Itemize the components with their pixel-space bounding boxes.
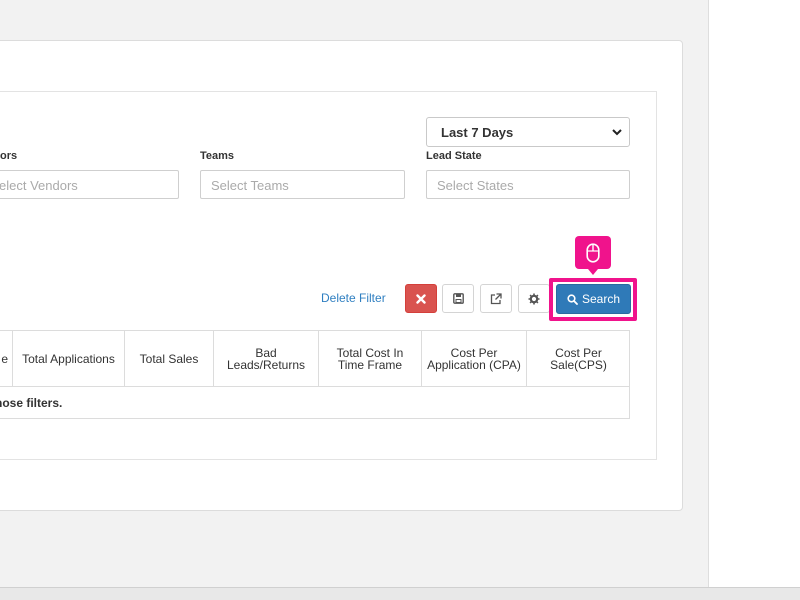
teams-placeholder: Select Teams <box>211 178 289 193</box>
times-icon <box>416 293 426 304</box>
mouse-click-indicator <box>575 236 611 275</box>
teams-select[interactable]: Select Teams <box>200 170 405 199</box>
lead-state-label: Lead State <box>426 150 482 162</box>
teams-label: Teams <box>200 150 235 162</box>
table-header-cell: Total Sales <box>125 331 214 386</box>
vendors-label: ors <box>0 150 18 162</box>
mouse-icon <box>586 242 600 263</box>
chevron-down-icon <box>612 129 622 136</box>
table-header-cell: Cost Per Application (CPA) <box>422 331 527 386</box>
save-filter-button[interactable] <box>442 284 474 313</box>
empty-table-message: those filters. <box>0 396 63 410</box>
table-header-cell: Bad Leads/Returns <box>214 331 319 386</box>
lead-state-select[interactable]: Select States <box>426 170 630 199</box>
timeframe-select[interactable]: Last 7 Days <box>426 117 630 147</box>
clear-filter-button[interactable] <box>405 284 437 313</box>
results-table: e Total Applications Total Sales Bad Lea… <box>0 330 630 419</box>
table-header-cell: e <box>0 331 13 386</box>
right-gutter <box>708 0 800 587</box>
horizontal-scrollbar[interactable] <box>0 587 800 600</box>
gear-icon <box>528 293 540 304</box>
vendors-placeholder: elect Vendors <box>0 178 78 193</box>
external-link-icon <box>490 292 502 304</box>
table-header-cell: Total Cost In Time Frame <box>319 331 422 386</box>
timeframe-selected: Last 7 Days <box>441 125 514 140</box>
search-button[interactable]: Search <box>556 284 631 314</box>
export-button[interactable] <box>480 284 512 313</box>
save-icon <box>452 293 464 304</box>
vendors-select[interactable]: elect Vendors <box>0 170 179 199</box>
delete-filter-link[interactable]: Delete Filter <box>321 291 386 305</box>
search-icon <box>567 293 578 305</box>
table-header-divider <box>0 386 629 387</box>
search-button-label: Search <box>581 292 621 306</box>
table-header-cell: Total Applications <box>13 331 125 386</box>
lead-state-placeholder: Select States <box>437 178 514 193</box>
table-header-cell: Cost Per Sale(CPS) <box>550 345 607 372</box>
settings-button[interactable] <box>518 284 550 313</box>
